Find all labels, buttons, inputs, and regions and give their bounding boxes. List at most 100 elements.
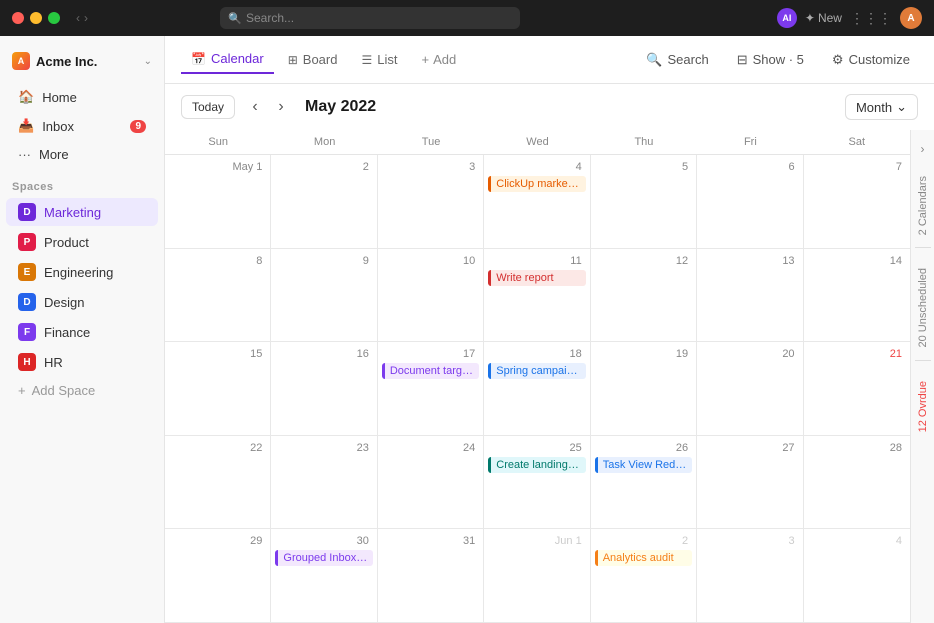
content-area: 📅 Calendar ⊞ Board ☰ List + Add 🔍 Search (165, 36, 934, 623)
sidebar-item-hr[interactable]: H HR (6, 348, 158, 376)
cal-cell-may31[interactable]: 31 (378, 529, 484, 623)
show-button[interactable]: ⊟ Show · 5 (729, 47, 812, 73)
day-header-mon: Mon (271, 130, 377, 154)
cal-cell-may28[interactable]: 28 (804, 436, 910, 530)
cal-cell-may24[interactable]: 24 (378, 436, 484, 530)
calendar-header: Today ‹ › May 2022 Month ⌄ (165, 84, 934, 130)
ai-badge[interactable]: AI (777, 8, 797, 28)
add-button[interactable]: + Add (411, 46, 466, 73)
sidebar-item-home[interactable]: 🏠 Home (6, 83, 158, 111)
cal-cell-may12[interactable]: 12 (591, 249, 697, 343)
engineering-icon: E (18, 263, 36, 281)
day-header-wed: Wed (484, 130, 590, 154)
avatar[interactable]: A (900, 7, 922, 29)
inbox-badge: 9 (130, 120, 146, 133)
sidebar: A Acme Inc. ⌄ 🏠 Home 📥 Inbox 9 ··· More … (0, 36, 165, 623)
cal-cell-may17[interactable]: 17 Document target users (378, 342, 484, 436)
cal-cell-jun4[interactable]: 4 (804, 529, 910, 623)
sidebar-item-design[interactable]: D Design (6, 288, 158, 316)
event-document-target-users[interactable]: Document target users (382, 363, 479, 379)
tab-list[interactable]: ☰ List (351, 46, 407, 73)
new-button[interactable]: ✦ New (805, 11, 842, 25)
home-icon: 🏠 (18, 89, 34, 105)
event-write-report[interactable]: Write report (488, 270, 585, 286)
event-analytics-audit[interactable]: Analytics audit (595, 550, 692, 566)
cal-cell-may5[interactable]: 5 (591, 155, 697, 249)
cal-cell-may22[interactable]: 22 (165, 436, 271, 530)
event-task-view-redesign[interactable]: Task View Redesign (595, 457, 692, 473)
add-space-button[interactable]: + Add Space (6, 378, 158, 403)
cal-cell-jun2[interactable]: 2 Analytics audit (591, 529, 697, 623)
next-month-button[interactable]: › (269, 95, 293, 119)
brand[interactable]: A Acme Inc. ⌄ (0, 44, 164, 78)
right-panel-divider-2 (915, 360, 931, 361)
month-button[interactable]: Month ⌄ (845, 94, 918, 120)
brand-name: Acme Inc. (36, 54, 97, 69)
cal-cell-may2[interactable]: 2 (271, 155, 377, 249)
cal-cell-may21[interactable]: 21 (804, 342, 910, 436)
back-arrow-icon[interactable]: ‹ (76, 11, 80, 25)
cal-cell-may23[interactable]: 23 (271, 436, 377, 530)
cal-cell-may8[interactable]: 8 (165, 249, 271, 343)
cal-cell-may3[interactable]: 3 (378, 155, 484, 249)
cal-cell-may13[interactable]: 13 (697, 249, 803, 343)
month-selector: Month ⌄ (845, 94, 918, 120)
sidebar-item-finance[interactable]: F Finance (6, 318, 158, 346)
right-panel-toggle[interactable]: › (917, 138, 929, 160)
event-spring-campaign[interactable]: Spring campaign image assets (488, 363, 585, 379)
sidebar-item-engineering[interactable]: E Engineering (6, 258, 158, 286)
unscheduled-label[interactable]: 20 Unscheduled (917, 260, 929, 356)
calendars-label[interactable]: 2 Calendars (917, 168, 929, 243)
cal-cell-may11[interactable]: 11 Write report (484, 249, 590, 343)
cal-cell-may20[interactable]: 20 (697, 342, 803, 436)
titlebar-right: AI ✦ New ⋮⋮⋮ A (777, 7, 922, 29)
design-icon: D (18, 293, 36, 311)
cal-cell-may25[interactable]: 25 Create landing page (484, 436, 590, 530)
cal-cell-may6[interactable]: 6 (697, 155, 803, 249)
minimize-button[interactable] (30, 12, 42, 24)
day-headers: Sun Mon Tue Wed Thu Fri Sat (165, 130, 910, 155)
cal-cell-may15[interactable]: 15 (165, 342, 271, 436)
sidebar-item-inbox[interactable]: 📥 Inbox 9 (6, 112, 158, 140)
cal-cell-may27[interactable]: 27 (697, 436, 803, 530)
search-button[interactable]: 🔍 Search (638, 47, 716, 73)
cal-cell-jun1[interactable]: Jun 1 (484, 529, 590, 623)
overdue-label[interactable]: 12 Ovrdue (917, 373, 929, 440)
chevron-down-icon: ⌄ (896, 99, 907, 115)
sidebar-item-marketing[interactable]: D Marketing (6, 198, 158, 226)
cal-cell-may19[interactable]: 19 (591, 342, 697, 436)
tab-calendar[interactable]: 📅 Calendar (181, 45, 274, 74)
cal-cell-may30[interactable]: 30 Grouped Inbox Comments (271, 529, 377, 623)
prev-month-button[interactable]: ‹ (243, 95, 267, 119)
global-search-bar[interactable]: 🔍 Search... (220, 7, 520, 29)
tab-board[interactable]: ⊞ Board (278, 46, 348, 73)
cal-cell-may10[interactable]: 10 (378, 249, 484, 343)
grid-icon[interactable]: ⋮⋮⋮ (850, 10, 892, 27)
cal-cell-may18[interactable]: 18 Spring campaign image assets (484, 342, 590, 436)
cal-cell-may29[interactable]: 29 (165, 529, 271, 623)
toolbar-right: 🔍 Search ⊟ Show · 5 ⚙ Customize (638, 47, 918, 73)
maximize-button[interactable] (48, 12, 60, 24)
cal-cell-may26[interactable]: 26 Task View Redesign (591, 436, 697, 530)
forward-arrow-icon[interactable]: › (84, 11, 88, 25)
today-button[interactable]: Today (181, 95, 235, 119)
day-header-sat: Sat (804, 130, 910, 154)
nav-arrows: ‹ › (76, 11, 88, 25)
cal-cell-may14[interactable]: 14 (804, 249, 910, 343)
event-grouped-inbox[interactable]: Grouped Inbox Comments (275, 550, 372, 566)
close-button[interactable] (12, 12, 24, 24)
cal-cell-may7[interactable]: 7 (804, 155, 910, 249)
inbox-icon: 📥 (18, 118, 34, 134)
add-icon: + (421, 52, 429, 67)
cal-cell-may1[interactable]: May 1 (165, 155, 271, 249)
cal-cell-jun3[interactable]: 3 (697, 529, 803, 623)
customize-button[interactable]: ⚙ Customize (824, 47, 918, 73)
cal-cell-may16[interactable]: 16 (271, 342, 377, 436)
event-clickup-marketing[interactable]: ClickUp marketing plan (488, 176, 585, 192)
cal-cell-may4[interactable]: 4 ClickUp marketing plan (484, 155, 590, 249)
sidebar-item-more[interactable]: ··· More (6, 141, 158, 168)
sidebar-item-product[interactable]: P Product (6, 228, 158, 256)
event-create-landing-page[interactable]: Create landing page (488, 457, 585, 473)
cal-cell-may9[interactable]: 9 (271, 249, 377, 343)
show-icon: ⊟ (737, 52, 748, 68)
